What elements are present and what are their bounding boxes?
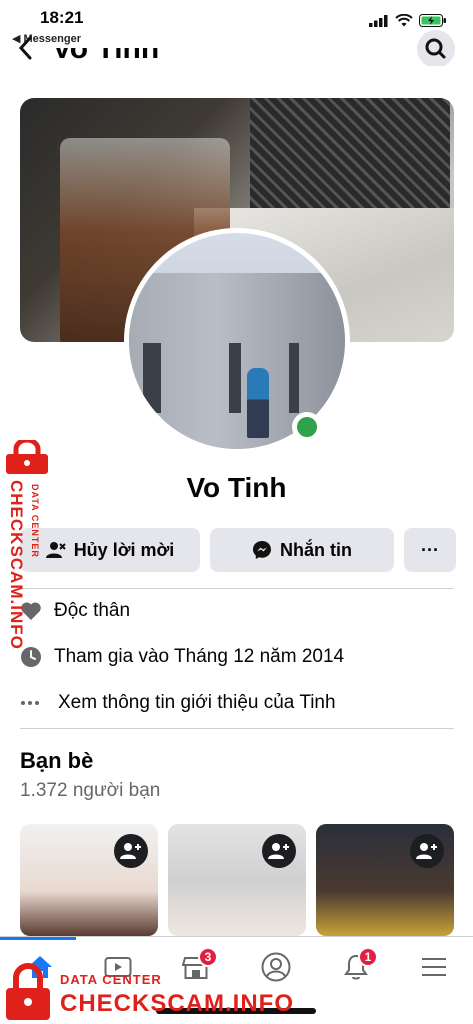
- search-button[interactable]: [417, 30, 455, 66]
- divider: [20, 728, 454, 729]
- watermark-bottom: DATA CENTER CHECKSCAM.INFO: [2, 960, 302, 1024]
- message-label: Nhắn tin: [280, 539, 352, 560]
- status-time: 18:21: [40, 8, 84, 27]
- friend-card[interactable]: [20, 824, 158, 936]
- active-tab-indicator: [0, 937, 76, 940]
- see-about-link[interactable]: Xem thông tin giới thiệu của Tinh: [20, 692, 336, 714]
- cancel-request-label: Hủy lời mời: [73, 539, 175, 560]
- wifi-icon: [395, 14, 413, 27]
- joined-text: Tham gia vào Tháng 12 năm 2014: [54, 646, 345, 667]
- see-about-text: Xem thông tin giới thiệu của Tinh: [58, 692, 336, 713]
- lock-icon: [6, 963, 50, 1020]
- friend-card[interactable]: [316, 824, 454, 936]
- system-icons: [369, 14, 447, 27]
- battery-charging-icon: [419, 14, 446, 27]
- online-status-dot: [292, 412, 322, 442]
- back-arrow-icon[interactable]: [18, 36, 32, 60]
- profile-header: Vo Tinh: [0, 30, 473, 66]
- add-friend-button[interactable]: [262, 834, 296, 868]
- profile-name: Vo Tinh: [186, 472, 287, 503]
- watermark-sub: DATA CENTER: [30, 484, 40, 558]
- add-friend-button[interactable]: [410, 834, 444, 868]
- add-friend-icon: [268, 843, 289, 859]
- avatar-person: [247, 368, 269, 438]
- nav-notifications[interactable]: 1: [332, 945, 380, 989]
- watermark-brand: CHECKSCAM.INFO: [7, 480, 26, 650]
- menu-icon: [422, 958, 446, 976]
- friend-card[interactable]: [168, 824, 306, 936]
- add-friend-icon: [416, 843, 437, 859]
- notifications-badge: 1: [358, 947, 378, 967]
- divider: [20, 588, 454, 589]
- nav-menu[interactable]: [410, 945, 458, 989]
- message-button[interactable]: Nhắn tin: [210, 528, 394, 572]
- cellular-signal-icon: [369, 14, 388, 27]
- more-icon: ···: [421, 539, 439, 560]
- more-dots-icon: [21, 701, 39, 705]
- info-joined: Tham gia vào Tháng 12 năm 2014: [20, 646, 344, 668]
- add-friend-button[interactable]: [114, 834, 148, 868]
- avatar-door: [143, 343, 161, 413]
- more-options-button[interactable]: ···: [404, 528, 456, 572]
- friends-title: Bạn bè: [20, 748, 94, 773]
- avatar-door: [229, 343, 241, 413]
- search-icon: [425, 38, 446, 59]
- add-friend-icon: [120, 843, 141, 859]
- cover-background: [250, 98, 450, 208]
- watermark-brand: CHECKSCAM.INFO: [60, 990, 294, 1017]
- avatar-door: [289, 343, 299, 413]
- messenger-icon: [253, 541, 271, 559]
- lock-icon: [6, 440, 48, 474]
- header-title: Vo Tinh: [52, 32, 160, 65]
- friends-count: 1.372 người bạn: [20, 780, 161, 801]
- watermark-sub: DATA CENTER: [60, 972, 162, 987]
- relationship-text: Độc thân: [54, 600, 131, 621]
- watermark-side: CHECKSCAM.INFO DATA CENTER: [2, 440, 56, 670]
